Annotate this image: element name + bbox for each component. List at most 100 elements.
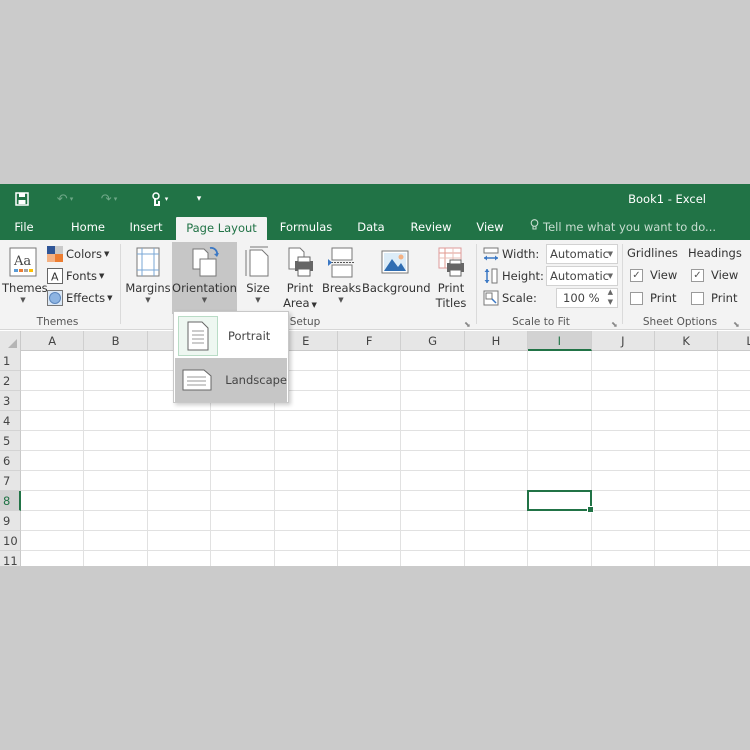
orientation-menu: Portrait Landscape (173, 311, 289, 403)
undo-icon[interactable]: ↶ ▾ (55, 189, 75, 209)
column-header-f[interactable]: F (338, 331, 402, 351)
row-header-6[interactable]: 6 (0, 451, 21, 471)
row-header-7[interactable]: 7 (0, 471, 21, 491)
column-header-i[interactable]: I (528, 331, 592, 351)
row-header-11[interactable]: 11 (0, 551, 21, 566)
grid-row-line (21, 530, 750, 531)
grid-row-line (21, 370, 750, 371)
chevron-down-icon: ▼ (607, 272, 613, 280)
margins-button[interactable]: Margins ▼ (125, 242, 171, 312)
spinner-arrows-icon[interactable]: ▲ ▼ (608, 287, 613, 307)
scale-to-fit-launcher-icon[interactable]: ⬊ (611, 320, 618, 329)
width-dropdown[interactable]: Automatic ▼ (546, 244, 618, 264)
svg-text:A: A (51, 271, 59, 284)
row-header-1[interactable]: 1 (0, 351, 21, 371)
excel-window: ↶ ▾ ↷ ▾ ▾ ▾ Book1 - Excel File Home Insert… (0, 184, 750, 566)
breaks-button[interactable]: Breaks ▼ (322, 242, 361, 312)
row-header-9[interactable]: 9 (0, 511, 21, 531)
save-icon[interactable] (13, 189, 31, 209)
row-header-10[interactable]: 10 (0, 531, 21, 551)
chevron-down-icon: ▼ (20, 296, 26, 304)
orientation-button[interactable]: Orientation ▼ (172, 242, 237, 314)
tab-insert[interactable]: Insert (122, 214, 170, 240)
worksheet-grid[interactable]: ABCDEFGHIJKL 1234567891011 (0, 331, 750, 566)
row-header-3[interactable]: 3 (0, 391, 21, 411)
grid-row-line (21, 410, 750, 411)
row-header-4[interactable]: 4 (0, 411, 21, 431)
tab-data[interactable]: Data (350, 214, 392, 240)
grid-row-line (21, 390, 750, 391)
themes-button[interactable]: Aa Themes ▼ (2, 242, 48, 312)
column-header-b[interactable]: B (84, 331, 148, 351)
background-button[interactable]: Background (362, 242, 431, 312)
tab-page-layout[interactable]: Page Layout (176, 217, 267, 240)
colors-icon (47, 246, 63, 262)
page-setup-launcher-icon[interactable]: ⬊ (464, 320, 471, 329)
effects-button[interactable]: Effects ▼ (47, 288, 112, 308)
size-icon (243, 245, 273, 279)
grid-column-line (83, 351, 85, 566)
tab-home[interactable]: Home (60, 214, 116, 240)
colors-button[interactable]: Colors ▼ (47, 244, 109, 264)
gridlines-print-checkbox[interactable]: Print (630, 291, 676, 305)
column-header-h[interactable]: H (465, 331, 529, 351)
grid-column-line (590, 351, 592, 566)
row-header-2[interactable]: 2 (0, 371, 21, 391)
group-separator (622, 244, 623, 324)
tab-file[interactable]: File (4, 214, 44, 240)
orientation-icon (190, 245, 220, 279)
print-titles-icon (436, 245, 466, 279)
tell-me-box[interactable]: Tell me what you want to do... (530, 214, 716, 240)
grid-column-line (654, 351, 655, 566)
margins-icon (133, 245, 163, 279)
scale-spinner[interactable]: 100 % ▲ ▼ (556, 288, 618, 308)
tab-formulas[interactable]: Formulas (274, 214, 338, 240)
headings-view-checkbox[interactable]: ✓ View (691, 268, 738, 282)
tab-review[interactable]: Review (404, 214, 458, 240)
height-dropdown[interactable]: Automatic ▼ (546, 266, 618, 286)
effects-icon (47, 290, 63, 306)
page-setup-group-label: Setup (289, 316, 321, 328)
column-header-l[interactable]: L (718, 331, 750, 351)
grid-row-line (21, 490, 750, 491)
column-header-a[interactable]: A (21, 331, 85, 351)
tab-view[interactable]: View (468, 214, 512, 240)
scale-label: Scale: (483, 288, 537, 308)
menu-item-portrait[interactable]: Portrait (175, 314, 287, 358)
print-area-icon (285, 245, 315, 279)
row-header-5[interactable]: 5 (0, 431, 21, 451)
size-button[interactable]: Size ▼ (241, 242, 275, 312)
column-header-g[interactable]: G (401, 331, 465, 351)
select-all-button[interactable] (0, 331, 21, 351)
grid-row-line (21, 450, 750, 451)
grid-row-line (21, 430, 750, 431)
touch-mode-icon[interactable]: ▾ (145, 189, 173, 209)
chevron-down-icon: ▼ (607, 250, 613, 258)
menu-item-landscape[interactable]: Landscape (175, 358, 287, 402)
portrait-page-icon (178, 316, 218, 356)
fonts-button[interactable]: A Fonts ▼ (47, 266, 104, 286)
print-titles-button[interactable]: Print Titles (432, 242, 470, 312)
background-icon (380, 245, 410, 279)
themes-icon: Aa (8, 245, 38, 279)
grid-row-line (21, 470, 750, 471)
gridlines-heading: Gridlines (627, 246, 678, 260)
customize-qat-icon[interactable]: ▾ (192, 189, 206, 209)
group-separator (476, 244, 477, 324)
redo-icon[interactable]: ↷ ▾ (98, 189, 120, 209)
column-header-k[interactable]: K (655, 331, 719, 351)
checkbox-check-icon: ✓ (630, 268, 643, 282)
width-label: Width: (483, 244, 539, 264)
grid-row-line (21, 550, 750, 551)
gridlines-view-checkbox[interactable]: ✓ View (630, 268, 677, 282)
headings-print-checkbox[interactable]: Print (691, 291, 737, 305)
print-area-button[interactable]: Print Area ▼ (281, 242, 319, 312)
grid-column-line (717, 351, 719, 566)
grid-column-line (527, 351, 529, 566)
column-header-j[interactable]: J (592, 331, 655, 351)
width-icon (483, 246, 499, 262)
active-cell[interactable] (527, 490, 594, 513)
themes-group-label: Themes (36, 316, 79, 328)
sheet-options-launcher-icon[interactable]: ⬊ (733, 320, 740, 329)
row-header-8[interactable]: 8 (0, 491, 21, 511)
